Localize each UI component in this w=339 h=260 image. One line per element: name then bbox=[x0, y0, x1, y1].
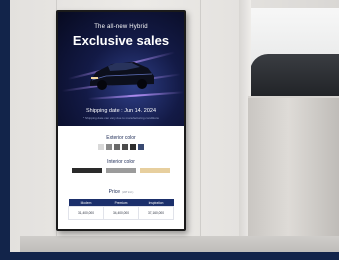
price-title: Price (VAT incl.) bbox=[58, 189, 184, 195]
hero-banner: The all-new Hybrid Exclusive sales Shipp… bbox=[58, 12, 184, 126]
price-label: Price bbox=[108, 189, 121, 195]
hybrid-car-image bbox=[90, 62, 154, 90]
price-header-cell: Premium bbox=[103, 199, 139, 207]
price-header-row: Modern Premium Inspiration bbox=[68, 199, 174, 207]
background-car bbox=[250, 54, 339, 102]
price-header-cell: Inspiration bbox=[138, 199, 174, 207]
price-value-cell: 34,400,000 bbox=[103, 206, 139, 220]
interior-color-swatch bbox=[106, 168, 136, 173]
exterior-color-swatch bbox=[122, 144, 128, 150]
digital-signage-display: The all-new Hybrid Exclusive sales Shipp… bbox=[56, 10, 186, 231]
exterior-color-swatch bbox=[114, 144, 120, 150]
exterior-color-swatch bbox=[106, 144, 112, 150]
interior-color-swatches bbox=[72, 168, 170, 173]
exterior-color-swatch bbox=[130, 144, 136, 150]
price-note: (VAT incl.) bbox=[122, 191, 134, 194]
exterior-color-swatches bbox=[58, 144, 184, 150]
floor bbox=[20, 236, 339, 252]
exterior-color-swatch bbox=[138, 144, 144, 150]
shipping-date: Shipping date : Jun 14. 2024 bbox=[85, 108, 157, 114]
interior-color-swatch bbox=[140, 168, 170, 173]
shipping-fine-print: * Shipping date can vary due to manufact… bbox=[83, 116, 159, 120]
interior-color-title: Interior color bbox=[107, 159, 135, 165]
interior-color-swatch bbox=[72, 168, 102, 173]
exterior-color-swatch bbox=[98, 144, 104, 150]
hero-headline: Exclusive sales bbox=[72, 33, 170, 48]
price-value-cell: 37,160,000 bbox=[138, 206, 174, 220]
exterior-color-title: Exterior color bbox=[106, 135, 136, 141]
hero-tagline: The all-new Hybrid bbox=[94, 24, 148, 30]
reception-counter bbox=[248, 98, 339, 236]
signage-screen: The all-new Hybrid Exclusive sales Shipp… bbox=[58, 12, 184, 229]
price-table: Modern Premium Inspiration 31,400,000 34… bbox=[68, 199, 174, 220]
price-header-cell: Modern bbox=[68, 199, 104, 207]
price-value-row: 31,400,000 34,400,000 37,160,000 bbox=[68, 206, 174, 220]
price-value-cell: 31,400,000 bbox=[68, 206, 104, 220]
wall-panel-seam bbox=[200, 0, 201, 252]
